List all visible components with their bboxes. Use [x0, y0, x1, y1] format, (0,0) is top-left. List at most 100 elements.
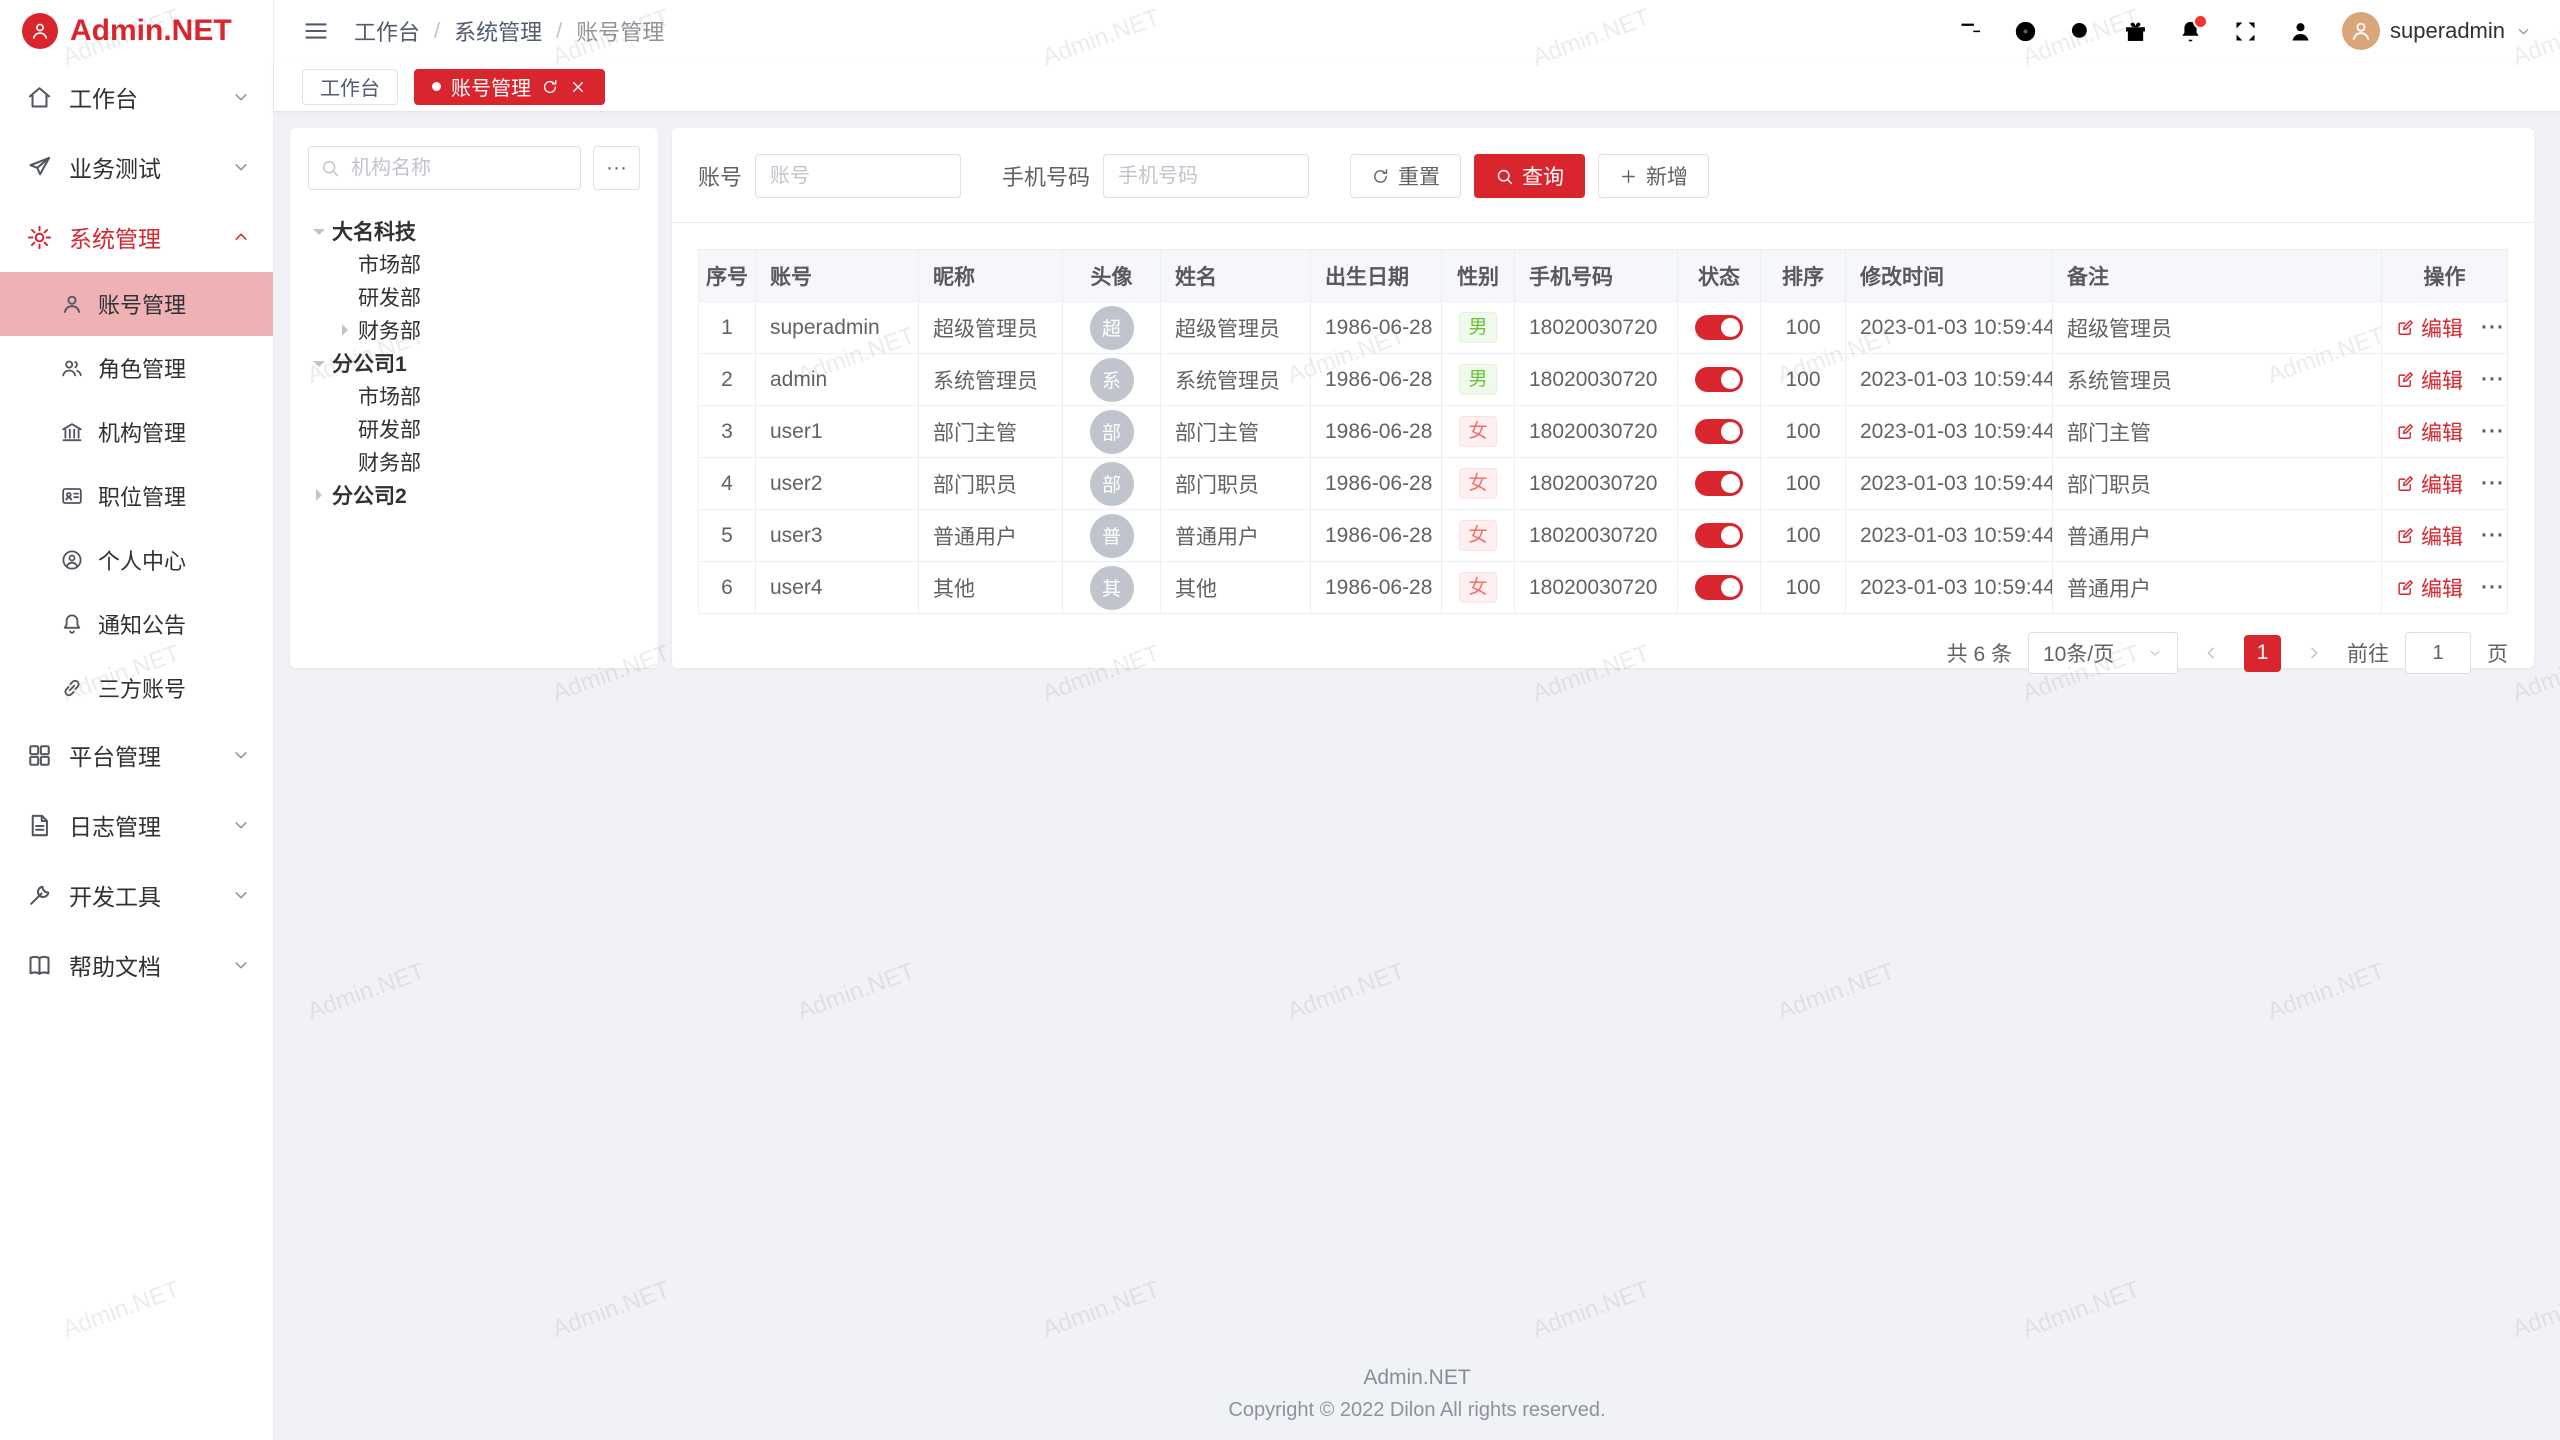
- sidebar-item-org-management[interactable]: 机构管理: [0, 400, 273, 464]
- edit-button[interactable]: 编辑: [2396, 365, 2463, 395]
- sidebar-item-workbench[interactable]: 工作台: [0, 62, 273, 132]
- edit-button-label: 编辑: [2421, 573, 2463, 603]
- sidebar-item-personal-center[interactable]: 个人中心: [0, 528, 273, 592]
- cell-index: 3: [699, 406, 756, 458]
- tree-children: 市场部研发部财务部: [308, 247, 640, 346]
- tab-account-management[interactable]: 账号管理: [414, 69, 605, 105]
- tree-node[interactable]: 大名科技: [308, 214, 640, 247]
- user-icon: [2349, 19, 2373, 43]
- gift-icon[interactable]: [2122, 18, 2149, 45]
- status-toggle[interactable]: [1695, 315, 1743, 340]
- tab-workbench[interactable]: 工作台: [302, 69, 398, 105]
- caret-right-icon[interactable]: [334, 319, 358, 341]
- row-more-button[interactable]: ···: [2481, 472, 2505, 496]
- caret-right-icon[interactable]: [308, 484, 332, 506]
- edit-button[interactable]: 编辑: [2396, 417, 2463, 447]
- row-more-button[interactable]: ···: [2481, 576, 2505, 600]
- tree-node-label: 市场部: [358, 381, 421, 411]
- prev-page-button[interactable]: [2194, 636, 2228, 670]
- tree-node[interactable]: 研发部: [334, 412, 640, 445]
- theme-icon[interactable]: [2012, 18, 2039, 45]
- fullscreen-icon[interactable]: [2232, 18, 2259, 45]
- avatar: 系: [1090, 358, 1134, 402]
- column-header: 修改时间: [1846, 250, 2053, 302]
- account-query-input[interactable]: [755, 154, 961, 198]
- status-toggle[interactable]: [1695, 419, 1743, 444]
- cell-birthdate: 1986-06-28: [1311, 406, 1442, 458]
- sidebar-item-position-management[interactable]: 职位管理: [0, 464, 273, 528]
- avatar: 部: [1090, 410, 1134, 454]
- search-icon: [1495, 167, 1514, 186]
- bank-icon: [60, 420, 84, 444]
- cell-index: 4: [699, 458, 756, 510]
- phone-query-input[interactable]: [1103, 154, 1309, 198]
- breadcrumb-item[interactable]: 账号管理: [576, 15, 664, 47]
- row-more-button[interactable]: ···: [2481, 368, 2505, 392]
- tree-node[interactable]: 分公司1: [308, 346, 640, 379]
- breadcrumb-item[interactable]: 工作台: [354, 15, 420, 47]
- page-size-select[interactable]: 10条/页: [2028, 632, 2178, 674]
- breadcrumb-item[interactable]: 系统管理: [454, 15, 542, 47]
- edit-button-label: 编辑: [2421, 469, 2463, 499]
- tree-node[interactable]: 财务部: [334, 445, 640, 478]
- footer-copyright: Copyright © 2022 Dilon All rights reserv…: [274, 1395, 2560, 1426]
- status-toggle[interactable]: [1695, 523, 1743, 548]
- row-more-button[interactable]: ···: [2481, 420, 2505, 444]
- status-toggle[interactable]: [1695, 471, 1743, 496]
- tree-node[interactable]: 研发部: [334, 280, 640, 313]
- sidebar-item-platform-management[interactable]: 平台管理: [0, 720, 273, 790]
- status-toggle[interactable]: [1695, 367, 1743, 392]
- tree-node-label: 大名科技: [332, 216, 416, 246]
- sidebar-item-notice[interactable]: 通知公告: [0, 592, 273, 656]
- row-more-button[interactable]: ···: [2481, 316, 2505, 340]
- row-more-button[interactable]: ···: [2481, 524, 2505, 548]
- idcard-icon: [60, 484, 84, 508]
- sidebar-item-business-test[interactable]: 业务测试: [0, 132, 273, 202]
- font-size-icon[interactable]: [1957, 18, 1984, 45]
- refresh-icon[interactable]: [541, 78, 559, 96]
- tree-node[interactable]: 市场部: [334, 379, 640, 412]
- search-button[interactable]: 查询: [1474, 154, 1585, 198]
- sidebar-item-role-management[interactable]: 角色管理: [0, 336, 273, 400]
- query-form: 账号 手机号码 重置 查询 新增: [698, 154, 2508, 198]
- caret-down-icon[interactable]: [308, 220, 332, 242]
- tree-node[interactable]: 财务部: [334, 313, 640, 346]
- profile-icon[interactable]: [2287, 18, 2314, 45]
- cell-nickname: 其他: [919, 562, 1063, 614]
- sidebar-item-third-account[interactable]: 三方账号: [0, 656, 273, 720]
- tree-node[interactable]: 市场部: [334, 247, 640, 280]
- hamburger-menu-icon[interactable]: [302, 17, 330, 45]
- tree-node[interactable]: 分公司2: [308, 478, 640, 511]
- edit-button[interactable]: 编辑: [2396, 313, 2463, 343]
- column-header: 操作: [2382, 250, 2508, 302]
- edit-button[interactable]: 编辑: [2396, 573, 2463, 603]
- add-button[interactable]: 新增: [1598, 154, 1709, 198]
- edit-button[interactable]: 编辑: [2396, 521, 2463, 551]
- close-icon[interactable]: [569, 78, 587, 96]
- org-search-input[interactable]: [308, 146, 581, 190]
- search-icon[interactable]: [2067, 18, 2094, 45]
- status-toggle[interactable]: [1695, 575, 1743, 600]
- sidebar-item-log-management[interactable]: 日志管理: [0, 790, 273, 860]
- notification-icon[interactable]: [2177, 18, 2204, 45]
- chevron-down-icon: [231, 87, 251, 107]
- edit-button[interactable]: 编辑: [2396, 469, 2463, 499]
- page-number-button[interactable]: 1: [2244, 635, 2281, 672]
- accounts-table: 序号账号昵称头像姓名出生日期性别手机号码状态排序修改时间备注操作 1supera…: [698, 249, 2508, 614]
- cell-nickname: 超级管理员: [919, 302, 1063, 354]
- org-more-button[interactable]: ···: [593, 146, 640, 190]
- cell-remark: 普通用户: [2053, 510, 2382, 562]
- caret-down-icon[interactable]: [308, 352, 332, 374]
- sidebar-item-account-management[interactable]: 账号管理: [0, 272, 273, 336]
- cell-operations: 编辑 ···: [2382, 510, 2508, 562]
- sidebar-item-system-management[interactable]: 系统管理: [0, 202, 273, 272]
- tabbar: 工作台账号管理: [274, 62, 2560, 112]
- user-menu[interactable]: superadmin: [2342, 12, 2532, 50]
- sidebar-item-help-docs[interactable]: 帮助文档: [0, 930, 273, 1000]
- sidebar-item-dev-tools[interactable]: 开发工具: [0, 860, 273, 930]
- goto-page-input[interactable]: [2405, 632, 2471, 674]
- reset-button[interactable]: 重置: [1350, 154, 1461, 198]
- app-logo[interactable]: Admin.NET: [0, 0, 273, 62]
- tree-node-label: 研发部: [358, 414, 421, 444]
- next-page-button[interactable]: [2297, 636, 2331, 670]
